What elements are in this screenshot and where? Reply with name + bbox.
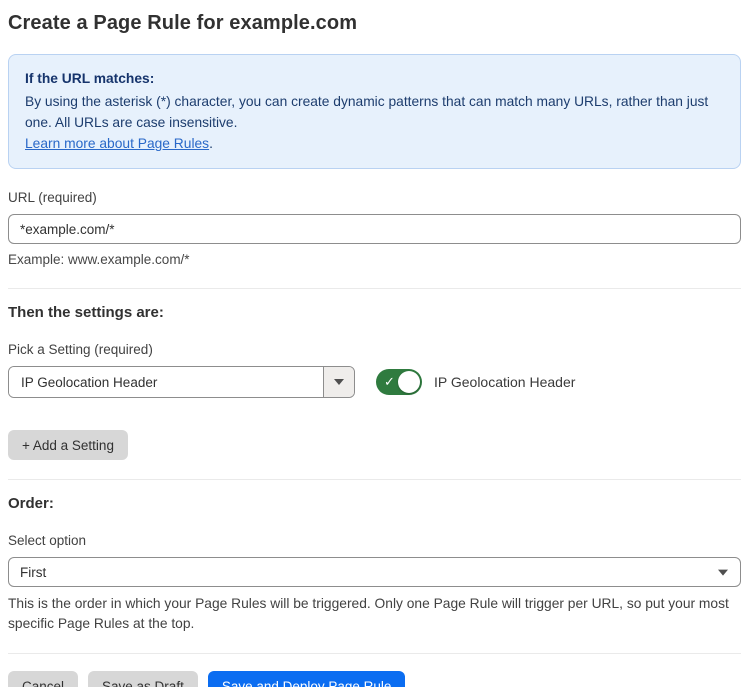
learn-more-link[interactable]: Learn more about Page Rules: [25, 136, 209, 151]
pick-setting-label: Pick a Setting (required): [8, 342, 741, 357]
info-box-heading: If the URL matches:: [25, 68, 724, 89]
divider: [8, 288, 741, 289]
setting-dropdown[interactable]: IP Geolocation Header: [8, 366, 355, 398]
settings-section-heading: Then the settings are:: [8, 304, 741, 321]
page-title: Create a Page Rule for example.com: [8, 12, 741, 35]
order-select[interactable]: First: [8, 557, 741, 587]
toggle-knob: [398, 371, 420, 393]
url-field-label: URL (required): [8, 190, 741, 205]
chevron-down-icon: [718, 570, 728, 576]
geolocation-toggle-group: ✓ IP Geolocation Header: [376, 369, 575, 395]
link-suffix: .: [209, 136, 213, 151]
ip-geolocation-toggle[interactable]: ✓: [376, 369, 422, 395]
toggle-label: IP Geolocation Header: [434, 374, 575, 390]
order-select-value: First: [20, 565, 46, 580]
info-box-body: By using the asterisk (*) character, you…: [25, 91, 724, 133]
cancel-button[interactable]: Cancel: [8, 671, 78, 687]
add-setting-button[interactable]: + Add a Setting: [8, 430, 128, 460]
divider: [8, 479, 741, 480]
footer-actions: Cancel Save as Draft Save and Deploy Pag…: [8, 671, 741, 687]
check-icon: ✓: [384, 375, 395, 388]
url-match-info-box: If the URL matches: By using the asteris…: [8, 54, 741, 169]
info-link-line: Learn more about Page Rules.: [25, 133, 724, 154]
create-page-rule-form: Create a Page Rule for example.com If th…: [0, 0, 750, 687]
divider: [8, 653, 741, 654]
url-input[interactable]: [8, 214, 741, 244]
setting-dropdown-arrow-button[interactable]: [323, 367, 354, 397]
order-helper-text: This is the order in which your Page Rul…: [8, 594, 741, 634]
chevron-down-icon: [334, 379, 344, 385]
setting-dropdown-value: IP Geolocation Header: [9, 367, 323, 397]
setting-row: IP Geolocation Header ✓ IP Geolocation H…: [8, 366, 741, 398]
order-section-heading: Order:: [8, 495, 741, 512]
order-select-label: Select option: [8, 533, 741, 548]
save-deploy-button[interactable]: Save and Deploy Page Rule: [208, 671, 406, 687]
url-example-helper: Example: www.example.com/*: [8, 250, 741, 269]
save-draft-button[interactable]: Save as Draft: [88, 671, 198, 687]
